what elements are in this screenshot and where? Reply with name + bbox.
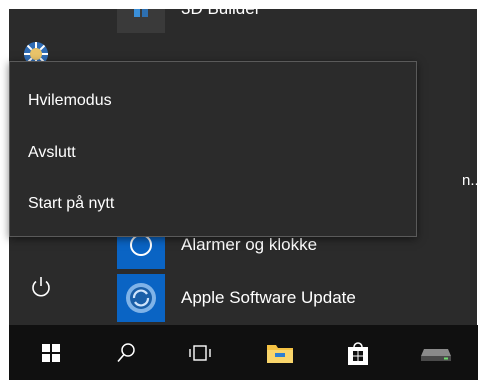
- sleep-menu-item[interactable]: Hvilemodus: [10, 76, 416, 126]
- task-view-icon: [189, 344, 211, 361]
- store-icon: [348, 341, 368, 365]
- app-label: Apple Software Update: [181, 288, 356, 307]
- app-label: Alarmer og klokke: [181, 235, 318, 254]
- app-item-3d-builder[interactable]: 3D Builder: [117, 9, 477, 33]
- task-view-button[interactable]: [175, 325, 225, 380]
- group-expander-label: n...: [462, 172, 477, 189]
- apple-software-update-icon: [117, 274, 165, 322]
- power-icon[interactable]: [29, 275, 53, 299]
- app-item-apple-software-update[interactable]: Apple Software Update: [117, 274, 477, 322]
- taskbar: [9, 325, 478, 380]
- file-explorer-button[interactable]: [255, 325, 305, 380]
- search-icon: [117, 342, 135, 362]
- store-button[interactable]: [333, 325, 383, 380]
- search-button[interactable]: [101, 325, 151, 380]
- group-expander[interactable]: n...: [462, 172, 477, 189]
- restart-menu-item[interactable]: Start på nytt: [10, 179, 416, 229]
- drive-icon: [421, 348, 451, 361]
- start-button[interactable]: [26, 325, 76, 380]
- power-options-menu: Hvilemodus Avslutt Start på nytt: [9, 61, 417, 237]
- shutdown-menu-item[interactable]: Avslutt: [10, 128, 416, 178]
- app-label: 3D Builder: [181, 9, 260, 19]
- drive-button[interactable]: [411, 325, 461, 380]
- file-explorer-icon: [267, 344, 293, 363]
- 3d-builder-icon: [117, 9, 165, 33]
- windows-icon: [42, 343, 60, 362]
